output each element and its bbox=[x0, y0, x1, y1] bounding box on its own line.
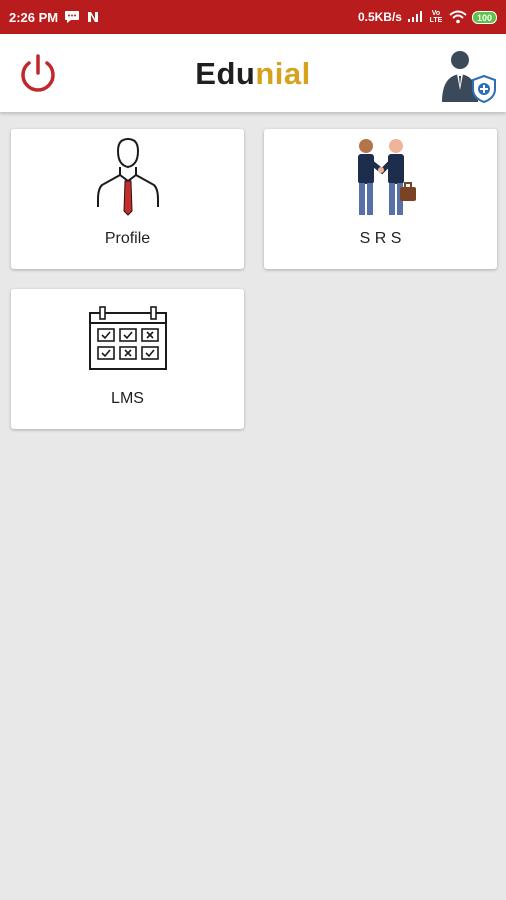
carrier-label: Vo LTE bbox=[429, 10, 443, 24]
wifi-icon bbox=[449, 10, 467, 24]
handshake-icon bbox=[357, 139, 416, 215]
volte-icon: Vo LTE bbox=[428, 10, 444, 24]
tile-label: LMS bbox=[111, 390, 144, 407]
tile-profile[interactable]: Profile bbox=[11, 129, 244, 269]
status-bar: 2:26 PM 0.5KB/s Vo LTE 100 bbox=[0, 0, 506, 34]
calendar-icon bbox=[88, 306, 167, 370]
app-title-part2: nial bbox=[255, 56, 311, 91]
battery-icon: 100 bbox=[471, 10, 497, 24]
chat-icon bbox=[64, 10, 80, 24]
app-title-part1: Edu bbox=[195, 56, 256, 91]
status-time: 2:26 PM bbox=[9, 9, 59, 25]
n-app-icon bbox=[86, 10, 100, 24]
app-bar: Edunial bbox=[0, 34, 506, 112]
tile-lms[interactable]: LMS bbox=[11, 289, 244, 429]
app-title: Edunial bbox=[0, 56, 506, 92]
admin-shield-icon bbox=[442, 51, 496, 104]
battery-level: 100 bbox=[476, 12, 492, 23]
person-tie-icon bbox=[96, 137, 159, 216]
admin-button[interactable] bbox=[438, 46, 498, 104]
network-speed: 0.5KB/s bbox=[357, 10, 402, 24]
tile-label: Profile bbox=[104, 230, 151, 247]
signal-icon bbox=[407, 11, 423, 23]
tile-label: S R S bbox=[359, 230, 402, 247]
tile-srs[interactable]: S R S bbox=[264, 129, 497, 269]
